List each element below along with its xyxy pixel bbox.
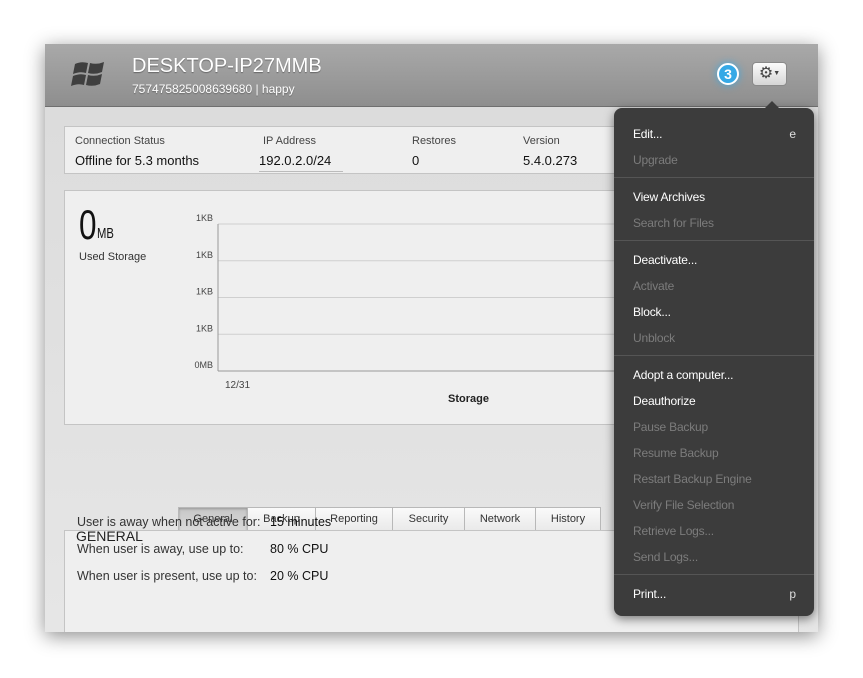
setting-label: User is away when not active for: <box>77 515 261 529</box>
menu-separator <box>614 240 814 241</box>
ip-address-value: 192.0.2.0/24 <box>259 153 343 172</box>
computer-name: DESKTOP-IP27MMB <box>132 55 322 77</box>
menu-item-print[interactable]: Print... <box>633 587 666 601</box>
menu-item-activate: Activate <box>633 279 675 293</box>
setting-value: 15 minutes <box>270 515 332 529</box>
setting-label: When user is away, use up to: <box>77 542 244 556</box>
y-tick-label: 1KB <box>196 250 213 260</box>
menu-item-unblock: Unblock <box>633 331 675 345</box>
computer-header: DESKTOP-IP27MMB 757475825008639680 | hap… <box>45 44 818 107</box>
connection-status-value: Offline for 5.3 months <box>75 153 200 168</box>
gear-dropdown-menu: Edit... e Upgrade View Archives Search f… <box>614 101 814 616</box>
menu-item-verify-selection: Verify File Selection <box>633 498 735 512</box>
edit-shortcut: e <box>789 127 796 141</box>
setting-label: When user is present, use up to: <box>77 569 257 583</box>
ip-address-label: IP Address <box>263 135 316 147</box>
y-tick-label: 1KB <box>196 287 213 297</box>
gear-menu-button[interactable]: ⚙▼ <box>752 62 787 86</box>
menu-item-send-logs: Send Logs... <box>633 550 698 564</box>
chart-title: Storage <box>448 393 489 405</box>
menu-item-upgrade: Upgrade <box>633 153 678 167</box>
connection-status-label: Connection Status <box>75 135 165 147</box>
chevron-down-icon: ▼ <box>773 70 781 77</box>
y-tick-label: 0MB <box>194 360 213 370</box>
menu-caret <box>765 101 779 108</box>
version-value: 5.4.0.273 <box>523 153 578 168</box>
menu-item-block[interactable]: Block... <box>633 305 671 319</box>
menu-item-view-archives[interactable]: View Archives <box>633 190 705 204</box>
menu-separator <box>614 574 814 575</box>
print-shortcut: p <box>789 587 796 601</box>
menu-item-restart-engine: Restart Backup Engine <box>633 472 752 486</box>
menu-item-search-files: Search for Files <box>633 216 714 230</box>
storage-chart: 1KB 1KB 1KB 1KB 0MB 12/31 <box>194 213 623 391</box>
restores-label: Restores <box>412 135 457 147</box>
step-badge-3: 3 <box>717 63 739 85</box>
menu-item-retrieve-logs: Retrieve Logs... <box>633 524 714 538</box>
tab-security[interactable]: Security <box>392 507 465 532</box>
setting-value: 80 % CPU <box>270 542 329 556</box>
y-tick-label: 1KB <box>196 213 213 223</box>
gear-icon: ⚙ <box>758 65 774 83</box>
menu-item-adopt-computer[interactable]: Adopt a computer... <box>633 368 733 382</box>
computer-guid-user: 757475825008639680 | happy <box>132 82 295 96</box>
info-panel: Connection Status Offline for 5.3 months… <box>64 126 624 174</box>
version-label: Version <box>523 135 560 147</box>
menu-item-resume-backup: Resume Backup <box>633 446 719 460</box>
menu-separator <box>614 177 814 178</box>
menu-item-edit[interactable]: Edit... <box>633 127 662 141</box>
setting-value: 20 % CPU <box>270 569 329 583</box>
menu-item-pause-backup: Pause Backup <box>633 420 708 434</box>
windows-logo-icon <box>71 62 104 86</box>
menu-item-deactivate[interactable]: Deactivate... <box>633 253 697 267</box>
restores-value: 0 <box>412 153 420 168</box>
x-tick-label: 12/31 <box>225 380 250 391</box>
tab-history[interactable]: History <box>535 507 601 532</box>
y-tick-label: 1KB <box>196 323 213 333</box>
menu-separator <box>614 355 814 356</box>
storage-panel: 0 MB Used Storage 1KB 1KB 1KB 1KB 0MB 12/31 … <box>64 190 624 425</box>
menu-item-deauthorize[interactable]: Deauthorize <box>633 394 696 408</box>
tab-network[interactable]: Network <box>464 507 536 532</box>
